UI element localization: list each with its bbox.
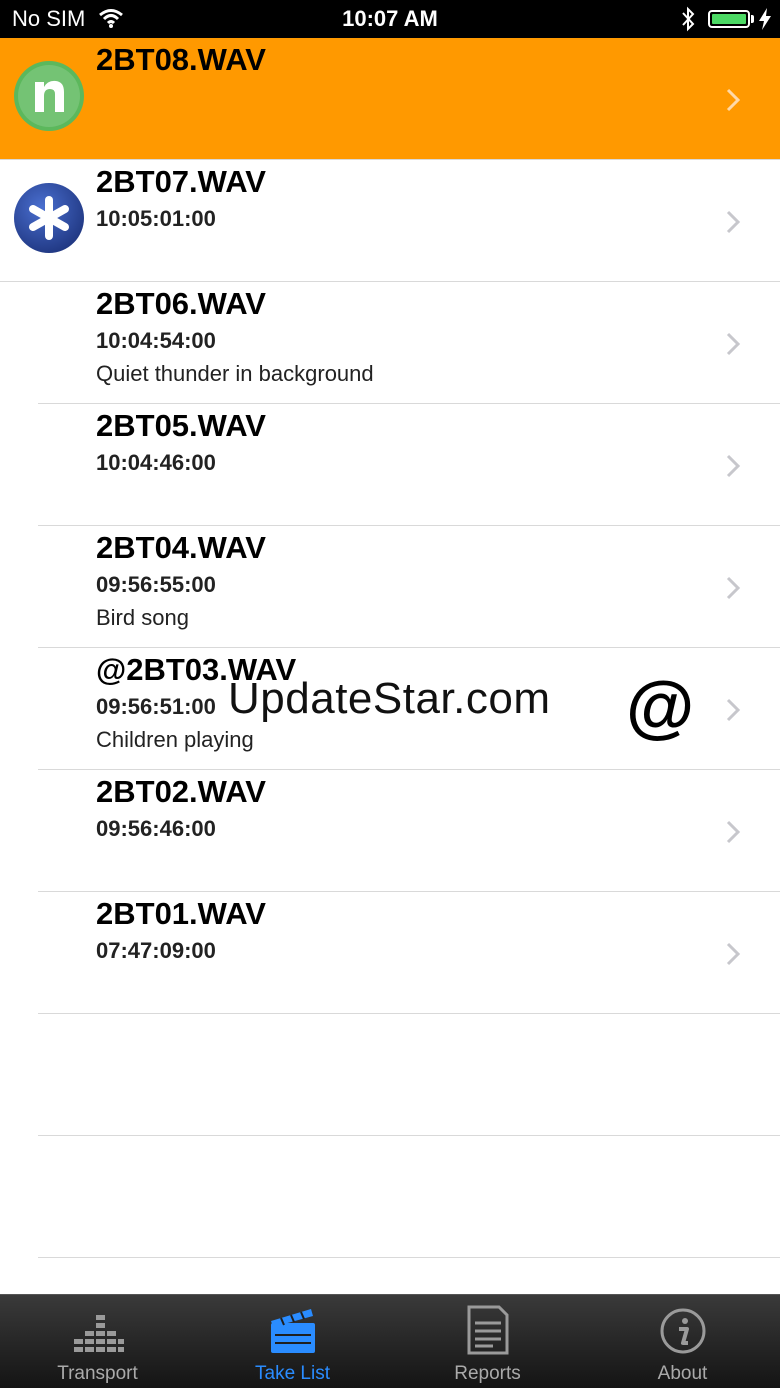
chevron-right-icon [726, 210, 741, 234]
transport-meter-icon [74, 1315, 124, 1352]
take-note: Bird song [96, 605, 189, 630]
take-name: 2BT01.WAV [96, 896, 266, 931]
take-timecode: 09:56:46:00 [96, 816, 216, 841]
take-timecode: 10:04:54:00 [96, 328, 216, 353]
watermark-text: UpdateStar.com [228, 674, 551, 723]
take-timecode: 10:04:46:00 [96, 450, 216, 475]
take-name: 2BT07.WAV [96, 164, 266, 199]
take-row[interactable]: 2BT05.WAV 10:04:46:00 [0, 404, 780, 526]
tab-bar: Transport Take List Reports About [0, 1294, 780, 1388]
tab-take-list[interactable]: Take List [195, 1295, 390, 1388]
info-icon [660, 1308, 706, 1354]
bluetooth-icon [682, 6, 695, 32]
take-name: 2BT05.WAV [96, 408, 266, 443]
tab-label: About [657, 1363, 708, 1384]
empty-row [0, 1136, 780, 1258]
chevron-right-icon [726, 332, 741, 356]
take-name: 2BT08.WAV [96, 42, 266, 77]
take-row[interactable]: 2BT07.WAV 10:05:01:00 [0, 160, 780, 282]
take-row[interactable]: 2BT08.WAV [0, 38, 780, 160]
tab-label: Take List [255, 1363, 330, 1384]
take-note: Quiet thunder in background [96, 361, 374, 386]
take-name: 2BT04.WAV [96, 530, 266, 565]
status-bar: No SIM 10:07 AM [0, 0, 780, 38]
tab-label: Reports [454, 1363, 521, 1384]
document-icon [467, 1305, 509, 1355]
take-name: 2BT06.WAV [96, 286, 266, 321]
tab-transport[interactable]: Transport [0, 1295, 195, 1388]
take-row[interactable]: 2BT06.WAV 10:04:54:00 Quiet thunder in b… [0, 282, 780, 404]
chevron-right-icon [726, 576, 741, 600]
battery-tip [751, 15, 754, 23]
take-row[interactable]: 2BT02.WAV 09:56:46:00 [0, 770, 780, 892]
take-timecode: 09:56:51:00 [96, 694, 216, 719]
take-timecode: 10:05:01:00 [96, 206, 216, 231]
tab-about[interactable]: About [585, 1295, 780, 1388]
take-row[interactable]: 2BT04.WAV 09:56:55:00 Bird song [0, 526, 780, 648]
row-separator [38, 1257, 780, 1258]
take-row[interactable]: 2BT01.WAV 07:47:09:00 [0, 892, 780, 1014]
chevron-right-icon [726, 942, 741, 966]
chevron-right-icon [726, 88, 741, 112]
watermark-at-symbol: @ [626, 667, 695, 745]
chevron-right-icon [726, 454, 741, 478]
take-timecode: 09:56:55:00 [96, 572, 216, 597]
take-name: 2BT02.WAV [96, 774, 266, 809]
chevron-right-icon [726, 698, 741, 722]
empty-row [0, 1014, 780, 1136]
tab-reports[interactable]: Reports [390, 1295, 585, 1388]
chevron-right-icon [726, 820, 741, 844]
battery-icon [708, 10, 750, 28]
take-list: 2BT08.WAV 2BT07.WAV 10:05:01:00 2BT06.WA… [0, 38, 780, 1258]
tab-label: Transport [57, 1363, 138, 1384]
take-timecode: 07:47:09:00 [96, 938, 216, 963]
clapperboard-icon [271, 1309, 315, 1353]
clock: 10:07 AM [342, 6, 438, 31]
asterisk-badge-icon [14, 183, 84, 253]
n-logo-icon [14, 61, 84, 131]
take-note: Children playing [96, 727, 254, 752]
charging-icon [759, 8, 771, 30]
